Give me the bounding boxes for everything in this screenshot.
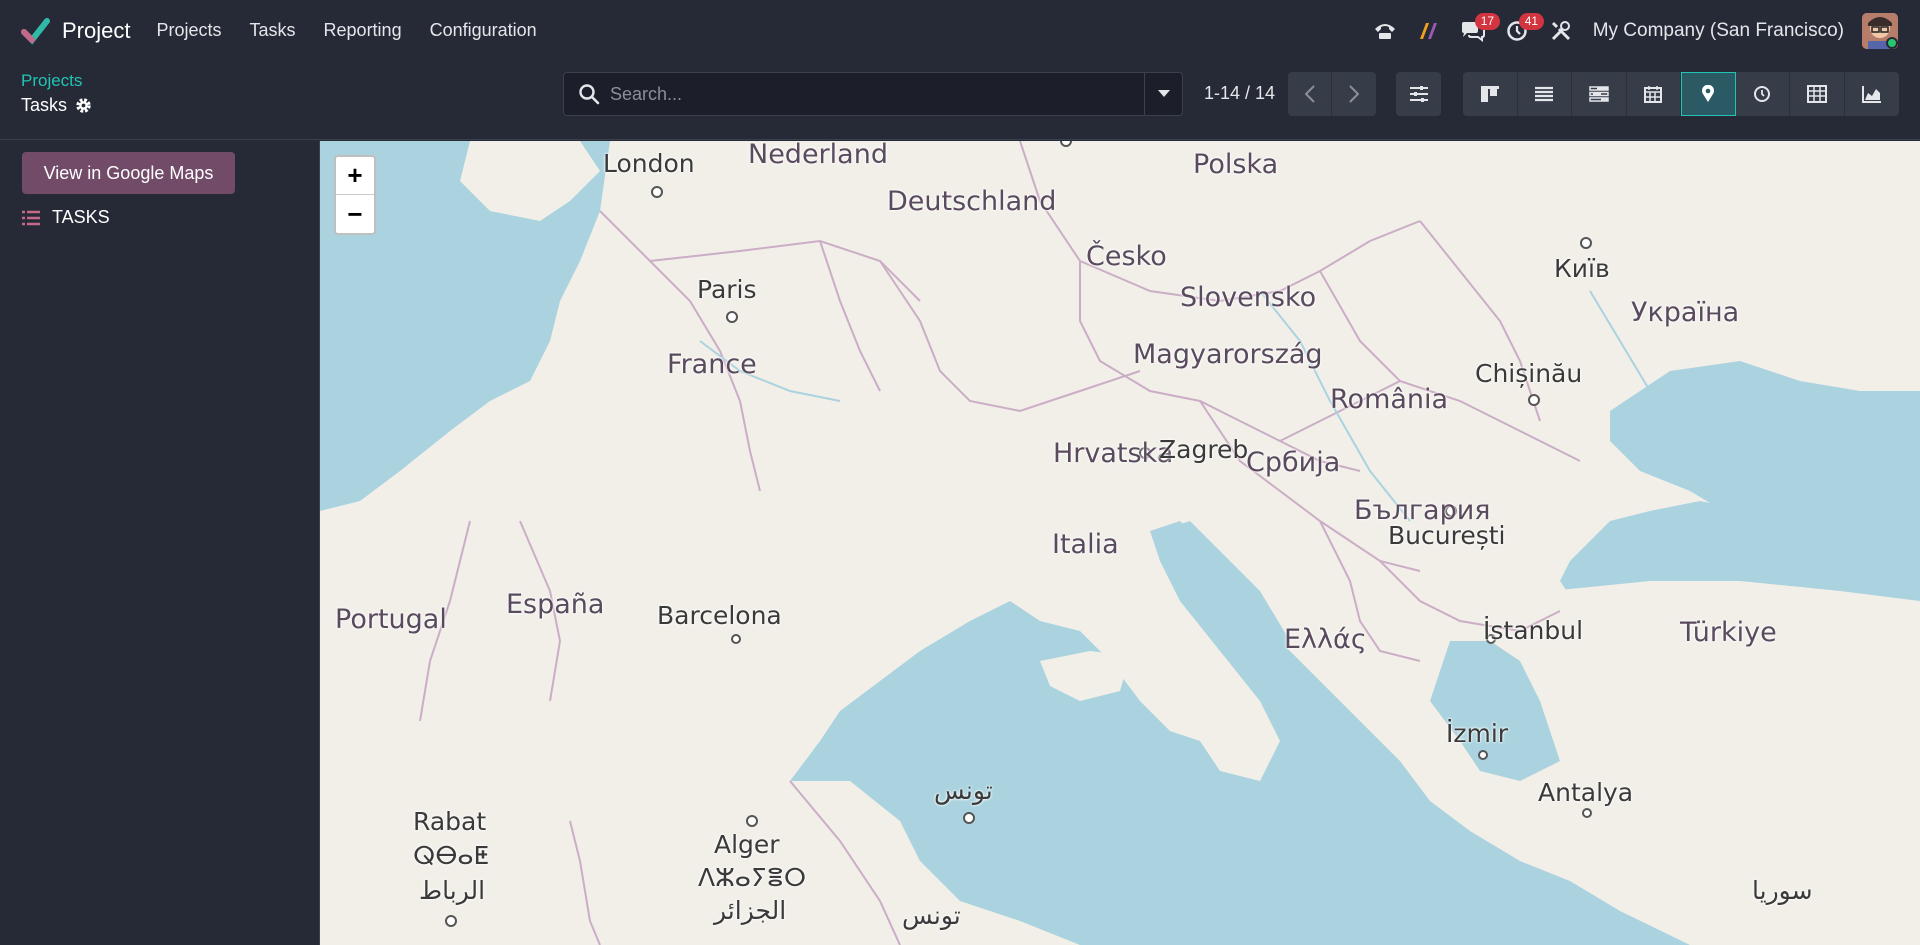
city-label: تونس <box>934 776 993 805</box>
view-graph-button[interactable] <box>1844 72 1899 116</box>
view-map-button[interactable] <box>1681 72 1736 116</box>
caret-down-icon <box>1157 90 1170 97</box>
gear-icon[interactable] <box>75 97 92 114</box>
tasks-list-toggle[interactable]: TASKS <box>22 207 110 228</box>
phone-icon[interactable] <box>1365 11 1405 51</box>
country-label: España <box>506 589 605 620</box>
city-label: Paris <box>697 275 757 304</box>
search-icon <box>579 84 600 105</box>
country-label: Česko <box>1086 241 1167 272</box>
app-brand[interactable]: Project <box>20 0 130 61</box>
city-label: Rabat <box>413 807 487 836</box>
gantt-icon <box>1589 86 1609 102</box>
view-activity-button[interactable] <box>1735 72 1790 116</box>
city-label: Київ <box>1554 254 1610 283</box>
city-label: Barcelona <box>657 601 782 630</box>
app-name: Project <box>62 17 131 43</box>
country-label: Hrvatska <box>1053 438 1174 469</box>
search-bar <box>563 72 1183 116</box>
view-gantt-button[interactable] <box>1572 72 1627 116</box>
table-icon <box>1806 85 1827 103</box>
country-label: Ελλάς <box>1284 624 1367 655</box>
zoom-in-button[interactable]: + <box>336 157 374 195</box>
country-label: Deutschland <box>887 186 1057 217</box>
filter-settings-button[interactable] <box>1396 72 1441 116</box>
city-label: İstanbul <box>1483 616 1584 645</box>
zoom-out-button[interactable]: − <box>336 195 374 233</box>
search-input[interactable] <box>610 83 1144 105</box>
country-label: Italia <box>1052 529 1119 560</box>
search-options-toggle[interactable] <box>1144 73 1182 115</box>
kanban-icon <box>1480 86 1499 102</box>
sliders-icon <box>1409 86 1428 102</box>
map-zoom-control: + − <box>334 155 376 235</box>
city-label: București <box>1388 521 1506 550</box>
map-sidebar: View in Google Maps TASKS <box>0 141 320 945</box>
pager-value[interactable]: 1-14 / 14 <box>1204 83 1275 104</box>
view-pivot-button[interactable] <box>1790 72 1845 116</box>
chevron-right-icon <box>1349 85 1359 103</box>
menu-projects[interactable]: Projects <box>142 20 235 41</box>
chevron-left-icon <box>1304 85 1315 103</box>
pager-previous-button[interactable] <box>1288 72 1332 116</box>
country-label: Україна <box>1631 297 1740 328</box>
list-icon <box>1535 86 1554 102</box>
user-avatar[interactable] <box>1862 12 1898 49</box>
area-chart-icon <box>1861 86 1881 103</box>
view-in-google-maps-button[interactable]: View in Google Maps <box>22 152 235 194</box>
city-label: سوريا <box>1752 876 1813 905</box>
city-label: الجزائر <box>714 896 787 925</box>
menu-tasks[interactable]: Tasks <box>236 20 310 41</box>
view-switcher <box>1463 72 1899 116</box>
country-label: Србија <box>1246 447 1341 478</box>
project-app-icon <box>21 17 50 45</box>
map-canvas[interactable]: Nederland Deutschland Polska Česko Slove… <box>320 141 1920 945</box>
city-label: الرباط <box>419 876 486 905</box>
view-kanban-button[interactable] <box>1463 72 1518 116</box>
company-switcher[interactable]: My Company (San Francisco) <box>1593 20 1844 42</box>
pager-next-button[interactable] <box>1332 72 1376 116</box>
city-label: ⴷⵣⴰⵢⴻⵔ <box>698 863 807 892</box>
view-calendar-button[interactable] <box>1626 72 1681 116</box>
messages-icon[interactable]: 17 <box>1453 11 1501 51</box>
city-label: Alger <box>714 830 780 859</box>
breadcrumb-current: Tasks <box>21 95 92 116</box>
country-label: Polska <box>1193 149 1279 180</box>
ai-assistant-icon[interactable] <box>1409 11 1449 51</box>
city-label: İzmir <box>1446 719 1509 748</box>
systray: 17 41 My Company (San Francisco) <box>1363 0 1920 61</box>
country-label: România <box>1330 384 1449 415</box>
calendar-icon <box>1644 86 1663 103</box>
tasks-list-label: TASKS <box>52 207 110 227</box>
city-label: ⵕⴱⴰⵟ <box>413 841 490 870</box>
city-label: Zagreb <box>1159 435 1249 464</box>
country-label: Magyarország <box>1133 339 1323 370</box>
country-label: Slovensko <box>1180 282 1317 313</box>
country-label: Türkiye <box>1680 617 1777 648</box>
clock-icon <box>1754 86 1771 102</box>
breadcrumb-projects[interactable]: Projects <box>21 71 82 91</box>
map-pin-icon <box>1702 85 1715 102</box>
online-status-dot <box>1886 36 1898 49</box>
country-label: France <box>667 349 757 380</box>
page-title: Tasks <box>21 95 68 115</box>
tools-icon[interactable] <box>1541 11 1581 51</box>
city-label: Chișinău <box>1475 359 1583 388</box>
city-label: Antalya <box>1538 778 1634 807</box>
main-menu: Projects Tasks Reporting Configuration <box>142 20 550 41</box>
view-list-button[interactable] <box>1517 72 1572 116</box>
country-label: Portugal <box>335 604 447 635</box>
country-label: Nederland <box>748 141 888 170</box>
control-panel: Projects Tasks 1-14 / 14 <box>0 61 1920 140</box>
activities-icon[interactable]: 41 <box>1497 11 1545 51</box>
list-icon <box>22 210 40 225</box>
top-navbar: Project Projects Tasks Reporting Configu… <box>0 0 1920 61</box>
city-label: تونس <box>902 901 961 930</box>
menu-configuration[interactable]: Configuration <box>416 20 551 41</box>
pager-buttons <box>1288 72 1376 116</box>
menu-reporting[interactable]: Reporting <box>310 20 416 41</box>
city-label: London <box>603 149 695 178</box>
